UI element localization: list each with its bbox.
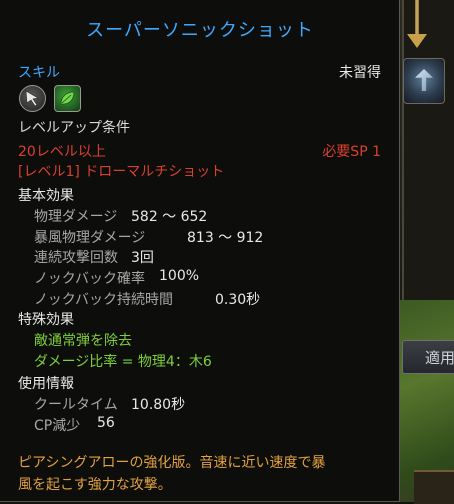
usage-label: CP減少 [34,418,81,434]
learn-status: 未習得 [339,65,381,81]
skill-description: ピアシングアローの強化版。音速に近い速度で暴 風を起こす強力な攻撃。 [18,452,380,496]
stat-value: 0.30秒 [215,292,261,308]
levelup-heading: レベルアップ条件 [18,120,130,136]
skill-title: スーパーソニックショット [86,20,314,41]
special-effect-heading: 特殊効果 [18,312,74,328]
stat-value: 3回 [131,250,154,266]
skill-slot-icon[interactable] [403,58,445,104]
required-sp: 必要SP 1 [322,144,381,160]
stat-label: ノックバック持続時間 [34,292,174,308]
skill-tree-connector [415,0,419,36]
required-level: 20レベル以上 [18,144,106,160]
stat-label: 連続攻撃回数 [34,250,118,266]
stat-value: 813 ～ 912 [187,230,264,246]
description-line: 風を起こす強力な攻撃。 [18,477,172,493]
usage-label: クールタイム [34,397,118,413]
skill-tree-arrow-icon [407,34,427,48]
basic-effect-heading: 基本効果 [18,188,74,204]
stat-value: 582 ～ 652 [131,209,208,225]
stat-label: 物理ダメージ [34,209,118,225]
description-line: ピアシングアローの強化版。音速に近い速度で暴 [18,455,326,471]
special-effect-item: ダメージ比率 = 物理4：木6 [34,354,212,370]
stat-value: 100% [159,268,200,284]
arrow-skill-icon [19,85,46,112]
skill-section-label: スキル [18,65,60,81]
special-effect-item: 敵通常弾を除去 [34,333,132,349]
stat-label: ノックバック確率 [34,271,146,287]
usage-value: 10.80秒 [131,397,186,413]
usage-info-heading: 使用情報 [18,376,74,392]
frame-ornament [414,470,454,504]
apply-button[interactable]: 適用 [402,340,454,374]
leaf-skill-icon [54,85,81,112]
required-skill: [レベル1] ドローマルチショット [18,164,225,180]
stat-label: 暴風物理ダメージ [34,230,146,246]
usage-value: 56 [97,415,115,431]
skill-tooltip: スーパーソニックショット スキル 未習得 レベルアップ条件 20レベル以上 必要… [0,0,400,502]
